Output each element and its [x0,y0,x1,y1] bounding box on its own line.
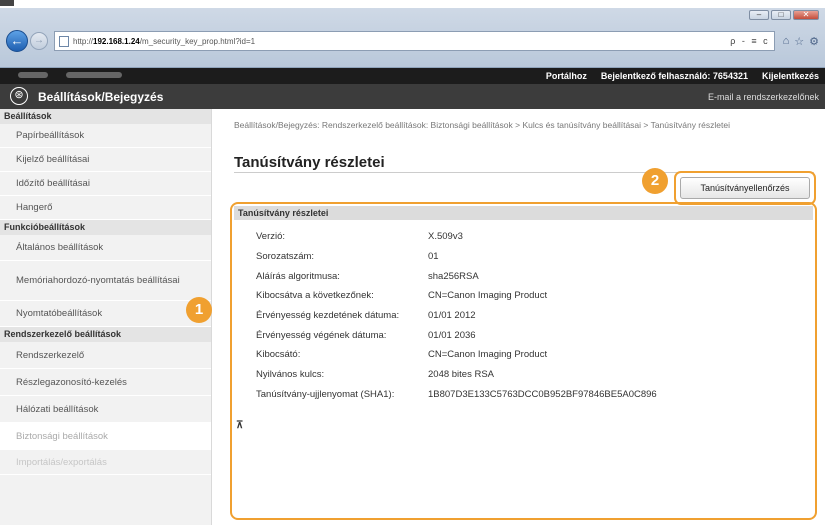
settings-logo-icon: ⊛ [10,87,28,105]
scroll-to-top-icon[interactable]: ⊼ [236,420,243,431]
callout-badge-2: 2 [642,168,668,194]
detail-value: CN=Canon Imaging Product [428,349,548,361]
sidebar-item-memory-media-print[interactable]: Memóriahordozó-nyomtatás beállításai [0,261,211,301]
detail-value: 01 [428,251,439,263]
main-content: Beállítások/Bejegyzés: Rendszerkezelő be… [226,109,825,525]
sidebar-item-paper-settings[interactable]: Papírbeállítások [0,124,211,148]
back-button[interactable]: ← [6,30,28,52]
blurred-text [18,72,48,78]
sidebar-section-admin-settings: Rendszerkezelő beállítások [0,327,211,342]
sidebar-item-volume[interactable]: Hangerő [0,196,211,220]
sidebar-item-network-settings[interactable]: Hálózati beállítások [0,396,211,423]
detail-value: 01/01 2012 [428,310,476,322]
gear-icon[interactable]: ⚙ [809,35,819,48]
details-section-header: Tanúsítvány részletei [234,206,813,220]
minimize-button[interactable]: – [749,10,769,20]
detail-row: Érvényesség kezdetének dátuma: 01/01 2012 [256,306,806,326]
forward-button[interactable]: → [30,32,48,50]
detail-row: Érvényesség végének dátuma: 01/01 2036 [256,325,806,345]
sidebar-item-timer-settings[interactable]: Időzítő beállításai [0,172,211,196]
browser-chrome: – □ ✕ ← → http://192.168.1.24/m_security… [0,8,825,68]
detail-value: CN=Canon Imaging Product [428,290,548,302]
detail-key: Kibocsátó: [256,349,301,361]
sidebar-item-printer-settings[interactable]: Nyomtatóbeállítások [0,301,211,327]
detail-value: 01/01 2036 [428,329,476,341]
sidebar-item-general-settings[interactable]: Általános beállítások [0,235,211,261]
app-title: Beállítások/Bejegyzés [38,90,164,104]
callout-badge-1: 1 [186,297,212,323]
star-icon[interactable]: ☆ [794,35,804,48]
login-user-info: Bejelentkező felhasználó: 7654321 [601,71,748,81]
url-path: /m_security_key_prop.html?id=1 [139,36,256,46]
detail-value: 2048 bites RSA [428,369,495,381]
login-user: 7654321 [712,71,748,81]
status-bar: Portálhoz Bejelentkező felhasználó: 7654… [0,68,825,84]
url-prefix: http:// [73,36,94,46]
detail-row: Sorozatszám: 01 [256,247,806,267]
page-icon [59,35,69,47]
address-url[interactable]: http://192.168.1.24/m_security_key_prop.… [73,37,730,46]
app-title-bar: ⊛ Beállítások/Bejegyzés E-mail a rendsze… [0,84,825,109]
window-controls: – □ ✕ [749,10,819,20]
detail-key: Sorozatszám: [256,251,315,263]
logout-link[interactable]: Kijelentkezés [762,71,819,81]
status-bar-right: Portálhoz Bejelentkező felhasználó: 7654… [546,71,819,81]
certificate-check-button[interactable]: Tanúsítványellenőrzés [680,177,810,199]
browser-nav-row: ← → http://192.168.1.24/m_security_key_p… [6,28,819,54]
detail-row: Kibocsátva a következőnek: CN=Canon Imagi… [256,286,806,306]
browser-toolbar-icons: ⌂ ☆ ⚙ [783,35,819,48]
arrow-right-icon: → [34,35,44,46]
url-host: 192.168.1.24 [93,36,140,46]
arrow-left-icon: ← [10,33,24,48]
sidebar-item-security-settings[interactable]: Biztonsági beállítások [0,423,211,450]
detail-value: X.509v3 [428,231,463,243]
sidebar-section-settings: Beállítások [0,109,211,124]
detail-key: Aláírás algoritmusa: [256,270,340,282]
sidebar-item-department-id[interactable]: Részlegazonosító-kezelés [0,369,211,396]
close-window-button[interactable]: ✕ [793,10,819,20]
detail-key: Nyilvános kulcs: [256,369,325,381]
blurred-device-info [18,72,122,78]
top-strip [0,0,825,8]
sidebar: Beállítások Papírbeállítások Kijelző beá… [0,109,212,525]
sidebar-item-import-export[interactable]: Importálás/exportálás [0,450,211,475]
breadcrumb: Beállítások/Bejegyzés: Rendszerkezelő be… [234,120,730,130]
sidebar-section-function-settings: Funkcióbeállítások [0,220,211,235]
detail-value: sha256RSA [428,270,479,282]
detail-row: Kibocsátó: CN=Canon Imaging Product [256,345,806,365]
maximize-button[interactable]: □ [771,10,791,20]
detail-key: Kibocsátva a következőnek: [256,290,374,302]
detail-key: Tanúsítvány-ujjlenyomat (SHA1): [256,388,395,400]
address-bar[interactable]: http://192.168.1.24/m_security_key_prop.… [54,31,775,51]
address-tools[interactable]: ρ - ≡ c [730,36,769,46]
detail-key: Verzió: [256,231,286,243]
certificate-details-table: Verzió: X.509v3 Sorozatszám: 01 Aláírás algo… [256,227,806,404]
home-icon[interactable]: ⌂ [783,35,790,48]
detail-row: Aláírás algoritmusa: sha256RSA [256,266,806,286]
detail-row: Verzió: X.509v3 [256,227,806,247]
mail-admin-link[interactable]: E-mail a rendszerkezelőnek [708,92,819,102]
login-label: Bejelentkező felhasználó: [600,71,711,81]
detail-row: Tanúsítvány-ujjlenyomat (SHA1): 1B807D3E1… [256,385,806,405]
portal-link[interactable]: Portálhoz [546,71,587,81]
sidebar-item-administrator[interactable]: Rendszerkezelő [0,342,211,369]
detail-row: Nyilvános kulcs: 2048 bites RSA [256,365,806,385]
top-strip-mark [0,0,14,6]
detail-value: 1B807D3E133C5763DCC0B952BF97846BE5A0C896 [428,388,657,400]
page-title: Tanúsítvány részletei [234,154,385,171]
sidebar-item-display-settings[interactable]: Kijelző beállításai [0,148,211,172]
blurred-text [66,72,122,78]
detail-key: Érvényesség kezdetének dátuma: [256,310,400,322]
detail-key: Érvényesség végének dátuma: [256,329,387,341]
